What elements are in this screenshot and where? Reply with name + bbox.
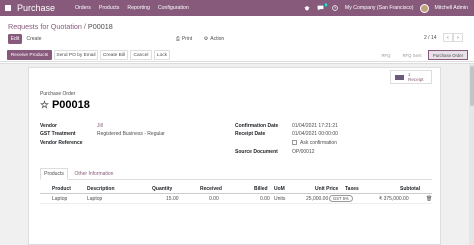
vendor-label: Vendor	[40, 123, 57, 129]
chevron-left-icon: ‹	[447, 34, 449, 41]
column-taxes[interactable]: Taxes	[345, 186, 359, 192]
source-document-field[interactable]: OP/00012	[292, 149, 315, 155]
column-product[interactable]: Product	[52, 186, 71, 192]
menu-orders[interactable]: Orders	[75, 5, 91, 11]
column-received[interactable]: Received	[200, 186, 222, 192]
chat-icon[interactable]: 5	[317, 3, 328, 12]
column-subtotal[interactable]: Subtotal	[400, 186, 420, 192]
send-po-email-button[interactable]: Send PO by Email	[54, 50, 98, 60]
pager-next-button[interactable]: ›	[453, 33, 463, 42]
cell-description[interactable]: Laptop	[87, 196, 102, 202]
menu-products[interactable]: Products	[99, 5, 119, 11]
cell-received[interactable]: 0.00	[209, 196, 219, 202]
tax-tag[interactable]: GST 5%	[329, 195, 353, 202]
order-lines-header: Product Description Quantity Received Bi…	[40, 184, 432, 194]
receipt-date-field[interactable]: 01/04/2021 00:00:00	[292, 131, 338, 137]
cell-product[interactable]: Laptop	[52, 196, 67, 202]
navbar-systray: 5 My Company (San Francisco) Mitchell Ad…	[303, 0, 474, 16]
print-icon: ⎙	[175, 36, 180, 42]
page-title: ☆ P00018	[40, 99, 90, 111]
trash-icon[interactable]: 🗑	[426, 196, 432, 202]
ask-confirmation-label: Ask confirmation	[300, 140, 337, 146]
pager-previous-button[interactable]: ‹	[443, 33, 453, 42]
gst-treatment-field[interactable]: Registered Business - Regular	[97, 131, 165, 137]
source-document-label: Source Document	[235, 149, 278, 155]
main-menu: Orders Products Reporting Configuration	[75, 5, 189, 11]
confirmation-date-label: Confirmation Date	[235, 123, 279, 129]
action-label: Action	[210, 36, 225, 42]
create-bill-button[interactable]: Create Bill	[100, 50, 128, 60]
confirmation-date-field[interactable]: 01/04/2021 17:21:21	[292, 123, 338, 129]
receipt-date-label: Receipt Date	[235, 131, 266, 137]
column-unit-price[interactable]: Unit Price	[315, 186, 338, 192]
receive-products-button[interactable]: Receive Products	[7, 50, 52, 60]
receipt-label: Receipt	[408, 77, 424, 82]
table-row[interactable]: Laptop Laptop 15.00 0.00 0.00 Units 25,0…	[40, 194, 432, 204]
breadcrumb: Requests for Quotation / P00018	[8, 22, 113, 31]
menu-configuration[interactable]: Configuration	[158, 5, 189, 11]
cell-quantity[interactable]: 15.00	[166, 196, 179, 202]
edit-button[interactable]: Edit	[8, 34, 22, 44]
column-description[interactable]: Description	[87, 186, 115, 192]
stage-rfq-sent[interactable]: RFQ Sent	[398, 50, 426, 60]
form-sheet: 1 Receipt Purchase Order ☆ P00018 Vendor…	[28, 67, 441, 245]
document-type: Purchase Order	[40, 91, 76, 97]
menu-reporting[interactable]: Reporting	[127, 5, 150, 11]
user-menu[interactable]: Mitchell Admin	[435, 5, 468, 11]
vendor-field[interactable]: Jill	[97, 123, 103, 129]
order-name: P00018	[51, 99, 90, 111]
cancel-button[interactable]: Cancel	[130, 50, 152, 60]
lock-button[interactable]: Lock	[154, 50, 170, 60]
cell-uom[interactable]: Units	[274, 196, 285, 202]
ask-confirmation-checkbox[interactable]	[292, 140, 297, 145]
column-billed[interactable]: Billed	[254, 186, 268, 192]
company-switcher[interactable]: My Company (San Francisco)	[345, 5, 414, 11]
user-avatar[interactable]	[419, 3, 429, 13]
breadcrumb-current: P00018	[87, 22, 113, 31]
receipt-smart-button[interactable]: 1 Receipt	[390, 70, 432, 84]
cell-subtotal: ₹ 375,000.00	[379, 196, 409, 202]
chevron-right-icon: ›	[457, 34, 459, 41]
create-button[interactable]: Create	[24, 34, 44, 44]
notebook-tabs: Products Other Information	[40, 168, 432, 180]
stage-rfq[interactable]: RFQ	[376, 50, 396, 60]
star-icon[interactable]: ☆	[40, 100, 49, 111]
print-button[interactable]: ⎙ Print	[172, 34, 196, 44]
action-button[interactable]: ⚙ Action	[200, 34, 228, 44]
cell-unit-price[interactable]: 25,000.00	[306, 196, 328, 202]
cell-billed[interactable]: 0.00	[260, 196, 270, 202]
scrollbar-thumb[interactable]	[469, 66, 474, 106]
clock-icon[interactable]	[331, 4, 339, 12]
truck-icon	[395, 74, 404, 80]
pager-value[interactable]: 2 / 14	[424, 35, 437, 41]
apps-menu-icon[interactable]	[0, 0, 16, 16]
top-navbar: Purchase Orders Products Reporting Confi…	[0, 0, 474, 16]
print-label: Print	[181, 36, 193, 42]
bug-icon[interactable]	[303, 4, 311, 12]
app-brand[interactable]: Purchase	[17, 3, 72, 13]
status-bar: Receive Products Send PO by Email Create…	[0, 48, 474, 62]
vendor-reference-label: Vendor Reference	[40, 140, 83, 146]
column-uom[interactable]: UoM	[274, 186, 285, 192]
chat-badge: 5	[323, 3, 328, 7]
gst-treatment-label: GST Treatment	[40, 131, 76, 137]
tab-products[interactable]: Products	[40, 168, 68, 180]
tab-other-information[interactable]: Other Information	[72, 168, 116, 180]
stage-purchase-order[interactable]: Purchase Order	[428, 50, 468, 60]
breadcrumb-rfq[interactable]: Requests for Quotation	[8, 22, 82, 31]
column-quantity[interactable]: Quantity	[152, 186, 172, 192]
gear-icon: ⚙	[203, 36, 209, 42]
